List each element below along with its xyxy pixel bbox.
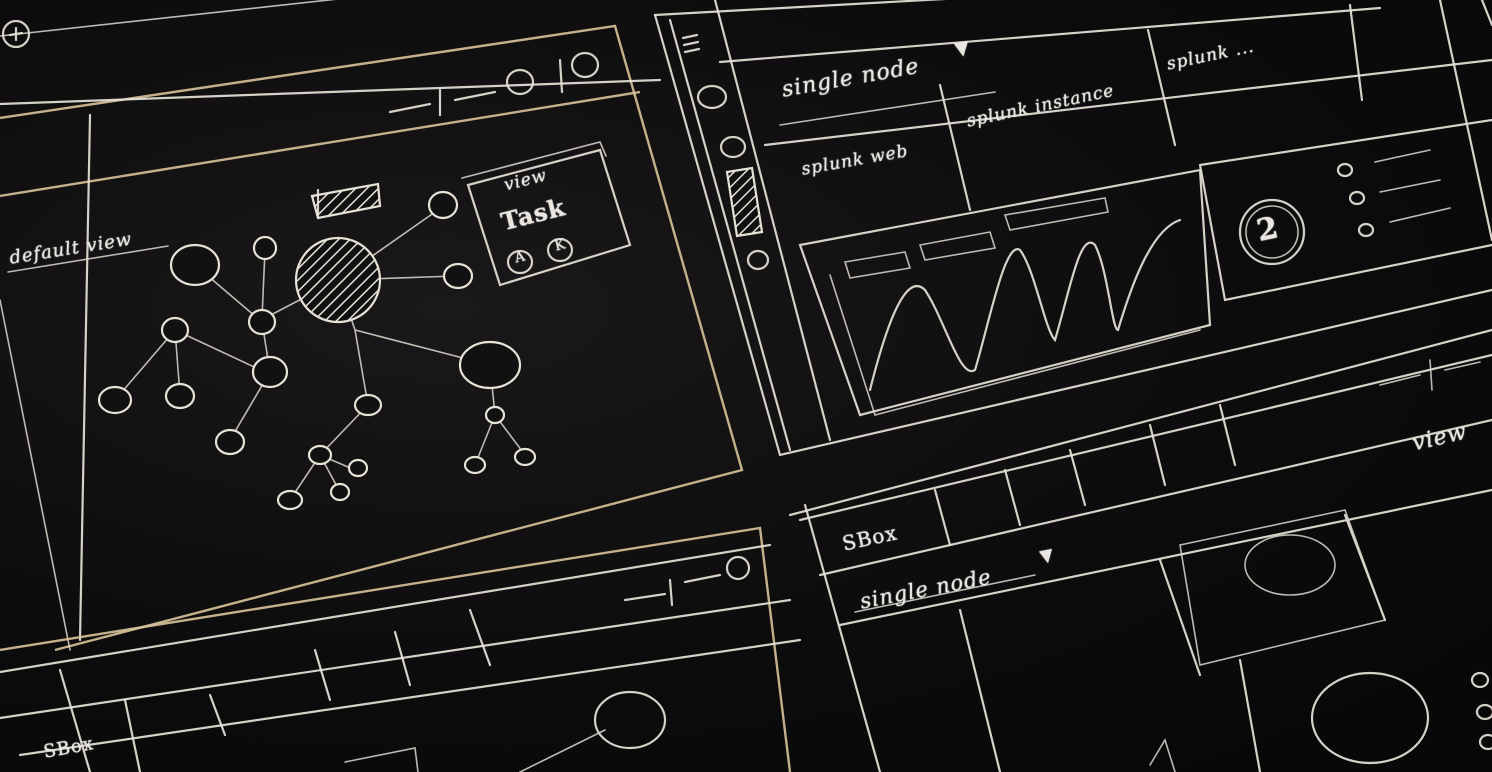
minimize-icon[interactable] [390,90,495,115]
rail-item-1[interactable] [698,86,726,108]
chart-line [870,220,1180,390]
window-1 [0,0,742,650]
menu-icon[interactable] [683,35,699,52]
donut-chart [1312,673,1428,763]
close-icon[interactable] [572,53,598,77]
selection-flag [312,184,380,218]
rail-item-2[interactable] [721,137,745,157]
window-2 [655,0,1492,455]
rail-item-active[interactable] [727,168,762,236]
maximize-icon[interactable] [507,70,533,94]
dropdown-caret-icon[interactable]: ▼ [953,37,971,60]
rail-item-4[interactable] [748,251,768,269]
sketch-drawing [0,0,1492,772]
window-4 [0,528,800,772]
chalkboard-sketch: default view view Task A K single node ▼… [0,0,1492,772]
close-icon-2[interactable] [727,557,749,579]
minimize-icon-2[interactable] [625,575,720,605]
window-3 [790,330,1492,772]
selected-node[interactable] [296,238,380,322]
